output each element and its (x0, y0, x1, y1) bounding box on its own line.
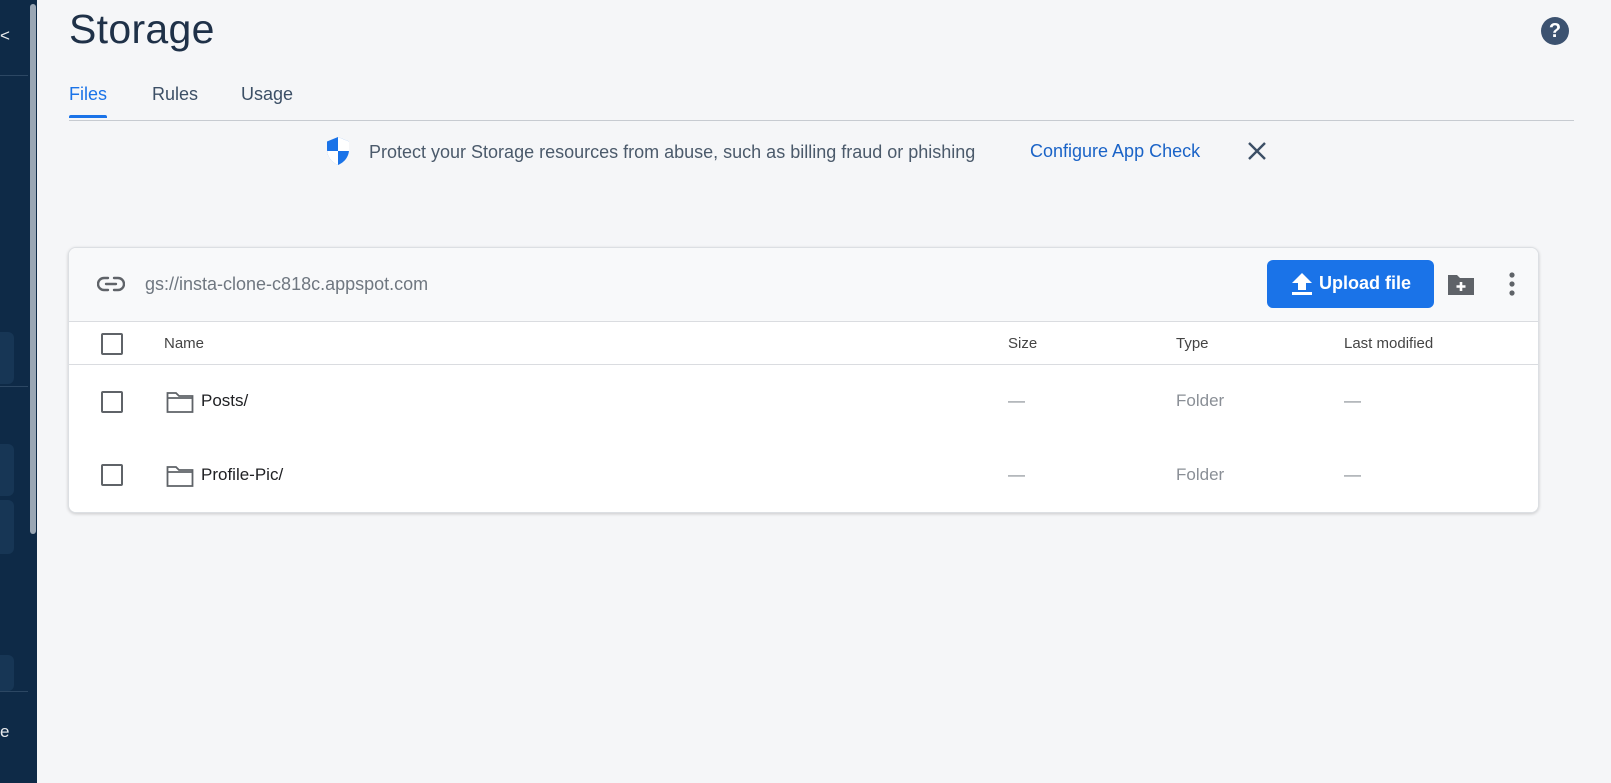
main-content: Storage ? Files Rules Usage Protect your… (37, 0, 1611, 783)
row-checkbox[interactable] (101, 464, 123, 486)
sidebar-item[interactable] (0, 500, 14, 554)
sidebar-divider (0, 386, 28, 387)
folder-icon (166, 390, 194, 419)
file-type: Folder (1176, 465, 1225, 484)
page-title: Storage (69, 6, 215, 52)
row-checkbox[interactable] (101, 391, 123, 413)
column-header-last-modified[interactable]: Last modified (1344, 335, 1433, 352)
sidebar-truncated-label[interactable]: e (0, 722, 9, 742)
upload-icon (1291, 272, 1313, 301)
column-header-type[interactable]: Type (1176, 335, 1209, 352)
banner-message: Protect your Storage resources from abus… (369, 142, 976, 162)
select-all-checkbox[interactable] (101, 333, 123, 355)
upload-file-button[interactable]: Upload file (1267, 260, 1434, 308)
collapse-glyph[interactable]: < (0, 26, 10, 46)
table-row[interactable]: Posts/ — Folder — (69, 365, 1538, 440)
sidebar-item[interactable] (0, 444, 14, 496)
sidebar-divider (0, 75, 28, 76)
file-size: — (1008, 391, 1025, 410)
file-name[interactable]: Posts/ (201, 391, 248, 411)
file-name[interactable]: Profile-Pic/ (201, 465, 283, 485)
table-header: Name Size Type Last modified (69, 322, 1538, 365)
upload-file-label: Upload file (1319, 273, 1412, 293)
new-folder-icon[interactable] (1447, 272, 1475, 301)
folder-icon (166, 464, 194, 493)
sidebar-item[interactable] (0, 655, 14, 691)
file-last-modified: — (1344, 391, 1361, 410)
sidebar-scrollbar[interactable] (30, 4, 36, 534)
left-nav-sidebar: < e (0, 0, 37, 783)
files-toolbar: gs://insta-clone-c818c.appspot.com Uploa… (69, 248, 1538, 322)
column-header-name[interactable]: Name (164, 335, 204, 352)
configure-app-check-link[interactable]: Configure App Check (1030, 141, 1200, 162)
table-row[interactable]: Profile-Pic/ — Folder — (69, 439, 1538, 512)
shield-icon (325, 136, 351, 171)
file-last-modified: — (1344, 465, 1361, 484)
file-type: Folder (1176, 391, 1225, 410)
bucket-path[interactable]: gs://insta-clone-c818c.appspot.com (145, 274, 428, 295)
link-icon[interactable] (96, 272, 126, 301)
column-header-size[interactable]: Size (1008, 335, 1037, 352)
tab-rules[interactable]: Rules (152, 84, 198, 115)
help-icon[interactable]: ? (1541, 17, 1569, 45)
more-vert-icon[interactable] (1505, 270, 1519, 298)
files-card: gs://insta-clone-c818c.appspot.com Uploa… (68, 247, 1539, 513)
tab-bar: Files Rules Usage (69, 80, 1574, 121)
tab-files[interactable]: Files (69, 84, 108, 118)
file-size: — (1008, 465, 1025, 484)
sidebar-divider (0, 691, 28, 692)
close-icon[interactable] (1245, 139, 1269, 163)
tab-usage[interactable]: Usage (241, 84, 293, 115)
sidebar-item[interactable] (0, 332, 14, 384)
